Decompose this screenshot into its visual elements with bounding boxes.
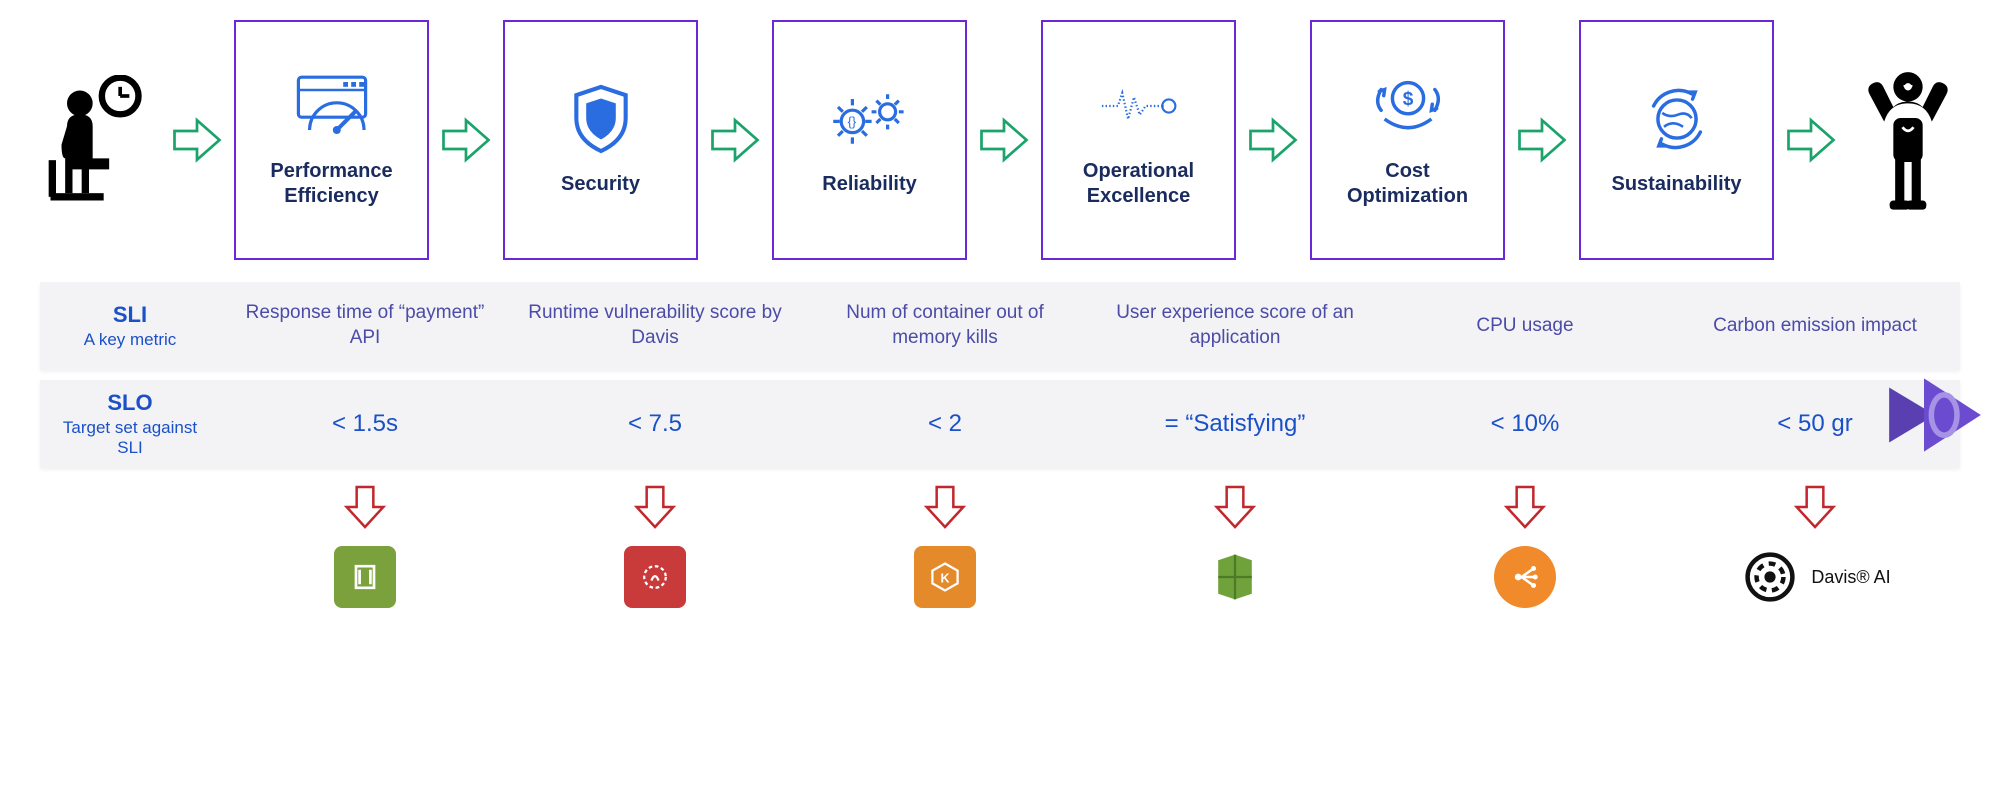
speedometer-icon <box>292 71 372 141</box>
sli-title: SLI <box>48 302 212 328</box>
service-icon: K <box>800 546 1090 608</box>
pillar-label: PerformanceEfficiency <box>264 159 398 209</box>
sli-subtitle: A key metric <box>48 330 212 350</box>
slo-cell: = “Satisfying” <box>1090 402 1380 445</box>
sli-cell: Response time of “payment” API <box>220 295 510 356</box>
shield-icon <box>561 84 641 154</box>
slo-cell: < 1.5s <box>220 402 510 445</box>
service-icon-davis: Davis® AI <box>1670 546 1960 608</box>
sli-row: SLI A key metric Response time of “payme… <box>40 282 1960 370</box>
pillar-sustainability: Sustainability <box>1579 20 1774 260</box>
davis-ai-label: Davis® AI <box>1811 567 1890 588</box>
sli-cell: Num of container out of memory kills <box>800 295 1090 356</box>
flow-arrow-icon <box>1515 113 1569 167</box>
sli-cell: User experience score of an application <box>1090 295 1380 356</box>
slo-title: SLO <box>48 390 212 416</box>
dollar-cycle-icon: $ <box>1368 71 1448 141</box>
waiting-user-icon <box>40 75 160 205</box>
service-icon <box>220 546 510 608</box>
flow-arrow-icon <box>170 113 224 167</box>
flow-arrow-icon <box>1784 113 1838 167</box>
slo-cell: < 7.5 <box>510 402 800 445</box>
metrics-table: SLI A key metric Response time of “payme… <box>40 282 1960 468</box>
flow-arrow-icon <box>708 113 762 167</box>
down-arrow-icon <box>1670 482 1960 532</box>
happy-user-icon <box>1848 65 1968 215</box>
service-icon <box>1090 546 1380 608</box>
pillar-label: Security <box>555 172 646 197</box>
flow-arrow-icon <box>977 113 1031 167</box>
sli-cell: Runtime vulnerability score by Davis <box>510 295 800 356</box>
gears-icon: {} <box>830 84 910 154</box>
slo-header: SLO Target set against SLI <box>40 380 220 468</box>
flow-arrow-icon <box>1246 113 1300 167</box>
pillar-flow-row: PerformanceEfficiency Security {} <box>0 0 2000 260</box>
pillar-label: OperationalExcellence <box>1077 159 1200 209</box>
down-arrow-icon <box>510 482 800 532</box>
sli-cell: Carbon emission impact <box>1670 308 1960 345</box>
slo-row: SLO Target set against SLI < 1.5s < 7.5 … <box>40 380 1960 468</box>
sli-header: SLI A key metric <box>40 292 220 360</box>
down-arrows-row <box>40 482 1960 532</box>
slo-cell: < 2 <box>800 402 1090 445</box>
svg-text:$: $ <box>1402 89 1413 110</box>
pillar-reliability: {} Reliability <box>772 20 967 260</box>
forward-play-icon <box>1880 360 1990 470</box>
pillar-operational-excellence: OperationalExcellence <box>1041 20 1236 260</box>
globe-cycle-icon <box>1637 84 1717 154</box>
down-arrow-icon <box>1090 482 1380 532</box>
pillar-performance-efficiency: PerformanceEfficiency <box>234 20 429 260</box>
down-arrow-icon <box>800 482 1090 532</box>
service-icon <box>1380 546 1670 608</box>
down-arrow-icon <box>220 482 510 532</box>
flow-arrow-icon <box>439 113 493 167</box>
sli-cell: CPU usage <box>1380 308 1670 345</box>
service-icons-row: K Davis® AI <box>40 546 1960 608</box>
pillar-security: Security <box>503 20 698 260</box>
svg-text:K: K <box>941 571 950 585</box>
down-arrow-icon <box>1380 482 1670 532</box>
slo-subtitle: Target set against SLI <box>48 418 212 458</box>
slo-cell: < 10% <box>1380 402 1670 445</box>
pillar-label: CostOptimization <box>1341 159 1474 209</box>
service-icon <box>510 546 800 608</box>
pillar-cost-optimization: $ CostOptimization <box>1310 20 1505 260</box>
svg-text:{}: {} <box>847 114 856 129</box>
pillar-label: Reliability <box>816 172 922 197</box>
pillar-label: Sustainability <box>1605 172 1747 197</box>
waveform-icon <box>1099 71 1179 141</box>
